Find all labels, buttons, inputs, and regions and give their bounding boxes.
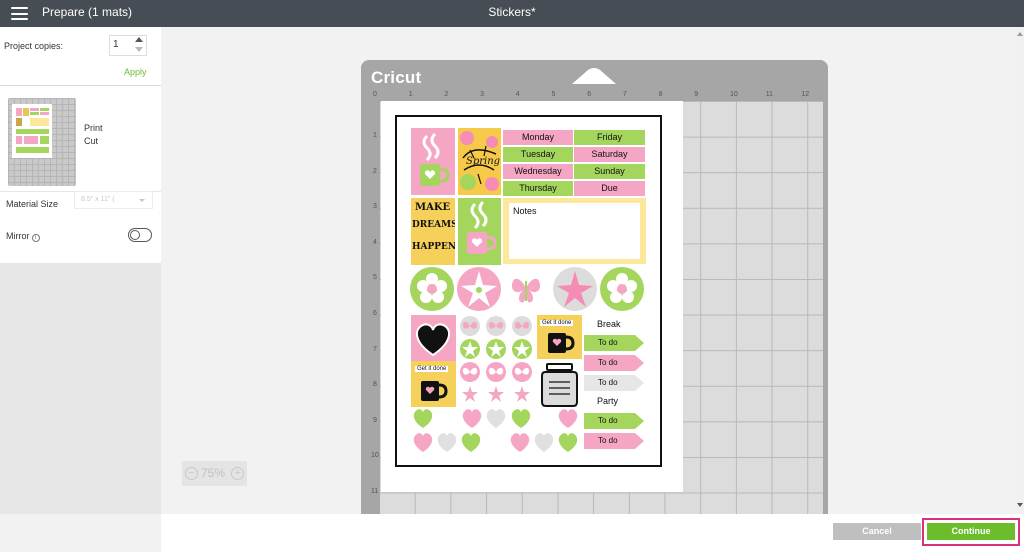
ruler-top-tick-11: 11 — [765, 91, 773, 98]
zoom-in-button[interactable]: + — [231, 467, 244, 480]
ruler-left-tick-4: 4 — [373, 238, 377, 246]
mat-thumbnail-paper — [12, 104, 52, 158]
todo-flag-2[interactable]: To do — [584, 355, 644, 371]
day-label-sunday[interactable]: Sunday — [574, 164, 645, 179]
party-label[interactable]: Party — [597, 396, 618, 406]
project-title: Stickers* — [488, 5, 536, 19]
notes-area: Notes — [509, 203, 640, 259]
todo-flag-3[interactable]: To do — [584, 375, 644, 391]
scroll-up-icon[interactable] — [1017, 32, 1023, 36]
get-it-done-text: Get it done — [540, 320, 574, 326]
cricut-logo: Cricut — [371, 68, 422, 87]
ruler-top-tick-1: 1 — [408, 91, 413, 98]
coffee-mug-icon — [467, 200, 497, 254]
ruler-left-tick-3: 3 — [373, 203, 377, 211]
mat-print-label: Print — [84, 123, 103, 133]
todo-flag-4[interactable]: To do — [584, 413, 644, 429]
spring-sticker[interactable]: Spring — [458, 128, 501, 195]
heart-icon — [415, 323, 451, 357]
day-label-friday[interactable]: Friday — [574, 130, 645, 145]
break-label[interactable]: Break — [597, 319, 621, 329]
ruler-top-tick-5: 5 — [551, 91, 556, 98]
black-mug-icon — [421, 381, 448, 401]
day-label-tuesday[interactable]: Tuesday — [503, 147, 573, 162]
day-label-thursday[interactable]: Thursday — [503, 181, 573, 196]
heart-sticker[interactable] — [411, 315, 456, 361]
mirror-label: Mirror i — [6, 231, 40, 242]
day-label-due[interactable]: Due — [574, 181, 645, 196]
ruler-left-tick-10: 10 — [371, 452, 379, 460]
left-panel: Project copies: 1 Apply Print Cut Materi… — [0, 27, 161, 514]
ruler-top-tick-10: 10 — [730, 91, 738, 98]
mat-thumbnail[interactable] — [8, 98, 76, 186]
ruler-top-tick-4: 4 — [515, 91, 520, 98]
ruler-top-tick-7: 7 — [622, 91, 627, 98]
ruler-top-tick-6: 6 — [587, 91, 592, 98]
top-bar: Prepare (1 mats) Stickers* — [0, 0, 1024, 27]
happen-text: HAPPEN — [412, 242, 455, 252]
ruler-left-tick-9: 9 — [373, 416, 377, 424]
material-size-label: Material Size — [6, 199, 59, 209]
continue-button[interactable]: Continue — [927, 523, 1015, 540]
stepper-up-icon[interactable] — [135, 37, 143, 42]
bottom-bar-left — [0, 514, 161, 552]
coffee-mug-sticker[interactable] — [411, 128, 455, 195]
cancel-button[interactable]: Cancel — [833, 523, 921, 540]
todo-flag-1[interactable]: To do — [584, 335, 644, 351]
notes-label: Notes — [513, 206, 537, 216]
ruler-left-tick-11: 11 — [371, 488, 379, 495]
day-label-monday[interactable]: Monday — [503, 130, 573, 145]
get-it-done-text: Get it done — [415, 366, 449, 372]
project-copies-label: Project copies: — [4, 41, 64, 51]
mason-jar-icon[interactable] — [537, 362, 582, 408]
material-size-value: 8.5" x 11" ( — [81, 196, 115, 203]
get-it-done-sticker-2[interactable]: Get it done — [537, 315, 582, 359]
apply-button[interactable]: Apply — [124, 67, 147, 77]
zoom-value: 75% — [201, 466, 226, 480]
vertical-scrollbar[interactable] — [1016, 27, 1024, 514]
ruler-top-tick-8: 8 — [658, 91, 663, 98]
chevron-down-icon — [139, 199, 145, 202]
divider — [0, 85, 161, 86]
ruler-left-tick-2: 2 — [373, 167, 377, 175]
day-label-saturday[interactable]: Saturday — [574, 147, 645, 162]
ruler-top-tick-3: 3 — [480, 91, 484, 98]
get-it-done-sticker-1[interactable]: Get it done — [411, 361, 456, 407]
toggle-knob — [130, 230, 140, 240]
ruler-top: 0 1 2 3 4 5 6 7 8 9 10 11 12 — [361, 89, 828, 101]
black-mug-icon — [548, 333, 575, 353]
small-icon-stickers[interactable] — [457, 315, 537, 407]
coffee-mug-icon — [420, 132, 450, 186]
mat-handle-icon — [572, 68, 616, 84]
scroll-down-icon[interactable] — [1017, 503, 1023, 507]
ruler-left-tick-8: 8 — [373, 381, 377, 389]
ruler-left: 1 2 3 4 5 6 7 8 9 10 11 — [361, 89, 380, 529]
mirror-text: Mirror — [6, 231, 30, 241]
mat-cut-label: Cut — [84, 136, 99, 146]
make-text: MAKE — [415, 202, 451, 213]
make-dreams-happen-sticker[interactable]: MAKE DREAMS HAPPEN — [411, 198, 455, 265]
ruler-left-tick-5: 5 — [373, 274, 377, 282]
stepper-down-icon[interactable] — [135, 47, 143, 52]
info-icon[interactable]: i — [31, 234, 40, 242]
ruler-top-tick-2: 2 — [444, 91, 449, 98]
dreams-text: DREAMS — [412, 220, 455, 230]
ruler-left-tick-6: 6 — [373, 310, 377, 317]
zoom-out-button[interactable]: − — [185, 467, 198, 480]
coffee-mug-sticker-2[interactable] — [458, 198, 501, 265]
copies-stepper[interactable] — [134, 36, 144, 55]
notes-sticker[interactable]: Notes — [503, 198, 646, 264]
ruler-left-tick-1: 1 — [373, 132, 377, 139]
ruler-top-tick-12: 12 — [801, 91, 810, 98]
ruler-top-tick-9: 9 — [694, 91, 699, 98]
flower-circle-stickers[interactable] — [408, 266, 648, 314]
material-size-select[interactable]: 8.5" x 11" ( — [74, 191, 153, 209]
mirror-toggle[interactable] — [128, 228, 152, 242]
ruler-left-tick-7: 7 — [373, 345, 377, 353]
heart-stickers[interactable] — [410, 408, 585, 454]
day-label-wednesday[interactable]: Wednesday — [503, 164, 573, 179]
spring-text: Spring — [466, 156, 501, 167]
todo-flag-5[interactable]: To do — [584, 433, 644, 449]
zoom-control: − 75% + — [182, 461, 247, 486]
